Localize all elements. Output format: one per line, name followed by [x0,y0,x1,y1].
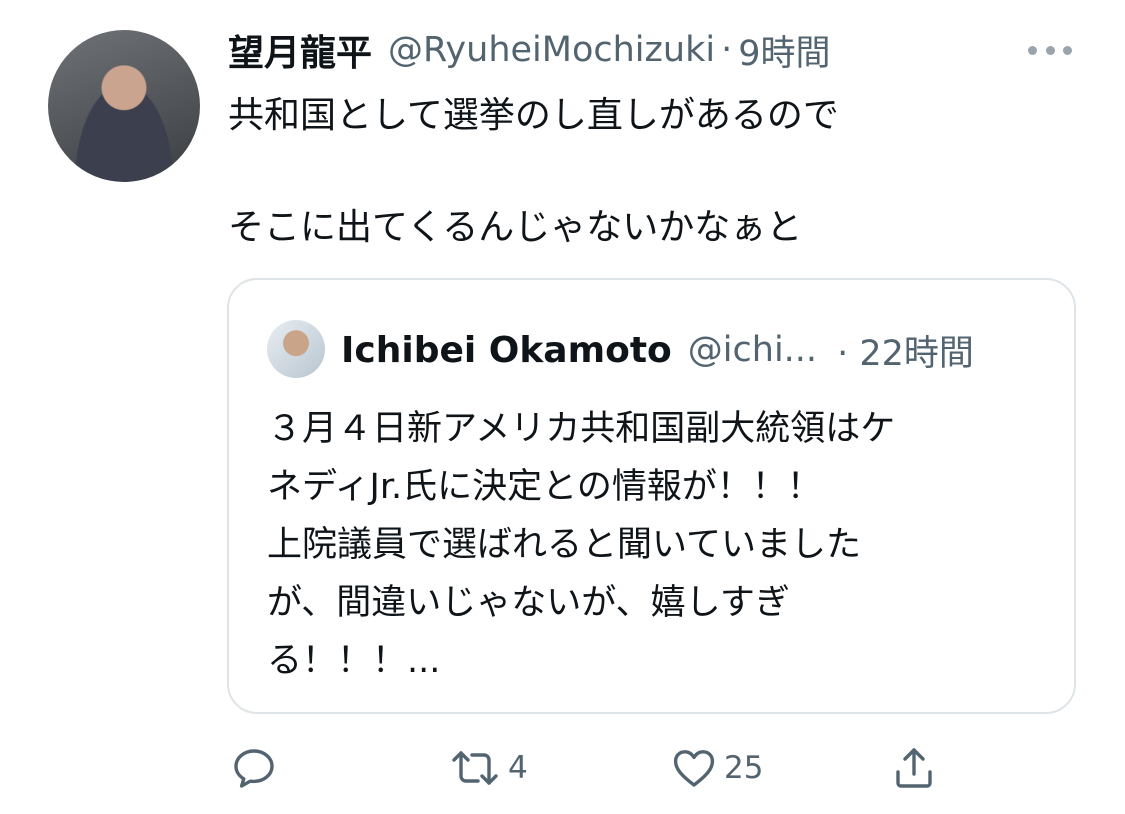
separator-dot: · [721,30,733,70]
tweet-actions: 4 25 [230,740,950,796]
reply-button[interactable] [230,740,278,796]
author-handle[interactable]: @RyuheiMochizuki [388,30,715,70]
quoted-author-avatar [267,320,325,378]
retweet-count: 4 [508,750,528,786]
reply-icon [230,744,278,792]
tweet-text: 共和国として選挙のし直しがあるので そこに出てくるんじゃないかなぁと [228,88,1088,256]
quoted-tweet-header: Ichibei Okamoto @ichi... · 22時間 [341,324,1061,376]
like-count: 25 [724,750,764,786]
share-icon [890,744,938,792]
retweet-button[interactable]: 4 [448,740,528,796]
quoted-tweet[interactable]: Ichibei Okamoto @ichi... · 22時間 ３月４日新アメリ… [227,278,1076,714]
author-avatar[interactable] [48,30,200,182]
tweet-text-line: そこに出てくるんじゃないかなぁと [228,207,803,248]
retweet-icon [448,744,502,792]
quoted-text-line: が、間違いじゃないが、嬉しすぎ [267,583,790,623]
author-name[interactable]: 望月龍平 [228,24,372,76]
tweet-text-line: 共和国として選挙のし直しがあるので [228,95,839,136]
quoted-tweet-timestamp: · 22時間 [837,333,974,374]
tweet-header: 望月龍平 @RyuheiMochizuki · 9時間 [228,22,1098,78]
quoted-author-handle: @ichi... [687,330,818,370]
tweet-timestamp[interactable]: 9時間 [738,25,830,76]
quoted-author-name: Ichibei Okamoto [341,329,672,371]
quoted-text-line: る！！！... [267,641,441,681]
more-options-icon[interactable] [1028,30,1072,70]
like-button[interactable]: 25 [670,740,763,796]
quoted-tweet-text: ３月４日新アメリカ共和国副大統領はケ ネディJr.氏に決定との情報が！！！ 上院… [267,400,1057,690]
share-button[interactable] [890,740,938,796]
heart-icon [670,744,718,792]
quoted-text-line: 上院議員で選ばれると聞いていました [267,525,861,565]
quoted-text-line: ネディJr.氏に決定との情報が！！！ [267,467,822,507]
quoted-text-line: ３月４日新アメリカ共和国副大統領はケ [267,409,896,449]
